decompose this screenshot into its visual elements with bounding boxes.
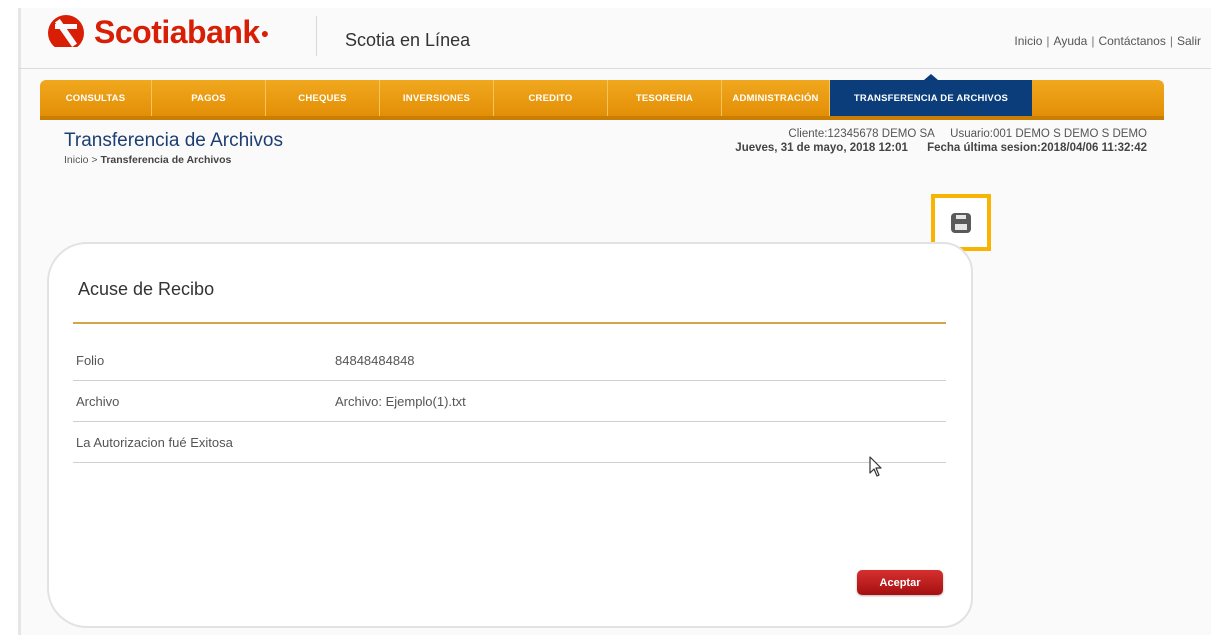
header-divider xyxy=(316,16,317,56)
nav-tesoreria[interactable]: TESORERIA xyxy=(608,80,722,116)
link-contactanos[interactable]: Contáctanos xyxy=(1098,34,1165,48)
link-separator: | xyxy=(1169,34,1173,48)
breadcrumb: Inicio > Transferencia de Archivos xyxy=(64,154,231,166)
row-label-archivo: Archivo xyxy=(76,394,120,409)
link-separator: | xyxy=(1091,34,1095,48)
panel-title: Acuse de Recibo xyxy=(78,279,215,299)
current-date: Jueves, 31 de mayo, 2018 12:01 xyxy=(735,142,908,154)
nav-pagos[interactable]: PAGOS xyxy=(152,80,266,116)
nav-inversiones[interactable]: INVERSIONES xyxy=(380,80,494,116)
user-id: Usuario:001 DEMO S DEMO S DEMO xyxy=(950,128,1147,140)
receipt-panel: Acuse de Recibo Folio 84848484848 Archiv… xyxy=(47,242,973,628)
nav-cheques[interactable]: CHEQUES xyxy=(266,80,380,116)
breadcrumb-home[interactable]: Inicio xyxy=(64,154,89,166)
client-id: Cliente:12345678 DEMO SA xyxy=(788,128,935,140)
row-value-folio: 84848484848 xyxy=(335,353,415,368)
link-ayuda[interactable]: Ayuda xyxy=(1054,34,1088,48)
breadcrumb-separator: > xyxy=(88,154,101,166)
nav-consultas[interactable]: CONSULTAS xyxy=(40,80,152,116)
brand-name: Scotiabank xyxy=(94,14,260,50)
nav-administracion[interactable]: ADMINISTRACIÓN xyxy=(722,80,830,116)
top-links: Inicio | Ayuda | Contáctanos | Salir xyxy=(1014,34,1201,48)
row-status-message: La Autorizacion fué Exitosa xyxy=(76,435,233,450)
page: Scotiabank ● Scotia en Línea Inicio | Ay… xyxy=(18,8,1211,635)
link-separator: | xyxy=(1046,34,1050,48)
panel-separator xyxy=(73,322,946,324)
table-row: La Autorizacion fué Exitosa xyxy=(73,423,946,463)
breadcrumb-current: Transferencia de Archivos xyxy=(100,154,232,166)
scotiabank-logo[interactable]: Scotiabank ● xyxy=(48,14,270,52)
header-rule xyxy=(18,68,1211,69)
registered-dot-icon: ● xyxy=(260,24,270,41)
main-nav: CONSULTAS PAGOS CHEQUES INVERSIONES CRED… xyxy=(40,74,1164,116)
product-name: Scotia en Línea xyxy=(345,30,471,50)
nav-credito[interactable]: CREDITO xyxy=(494,80,608,116)
table-row: Archivo Archivo: Ejemplo(1).txt xyxy=(73,382,946,422)
nav-underline xyxy=(40,116,1164,120)
accept-button[interactable]: Aceptar xyxy=(857,570,943,595)
scotiabank-s-icon xyxy=(48,14,84,52)
client-info: Cliente:12345678 DEMO SA Usuario:001 DEM… xyxy=(735,127,1147,155)
row-value-archivo: Archivo: Ejemplo(1).txt xyxy=(335,394,466,409)
row-label-folio: Folio xyxy=(76,353,105,368)
link-salir[interactable]: Salir xyxy=(1177,34,1201,48)
table-row: Folio 84848484848 xyxy=(73,341,946,381)
link-inicio[interactable]: Inicio xyxy=(1014,34,1042,48)
print-icon xyxy=(951,212,971,233)
mouse-pointer-icon xyxy=(869,456,882,477)
nav-transferencia-archivos[interactable]: TRANSFERENCIA DE ARCHIVOS xyxy=(830,74,1032,116)
last-session: Fecha última sesion:2018/04/06 11:32:42 xyxy=(927,142,1147,154)
page-title: Transferencia de Archivos xyxy=(64,130,283,151)
